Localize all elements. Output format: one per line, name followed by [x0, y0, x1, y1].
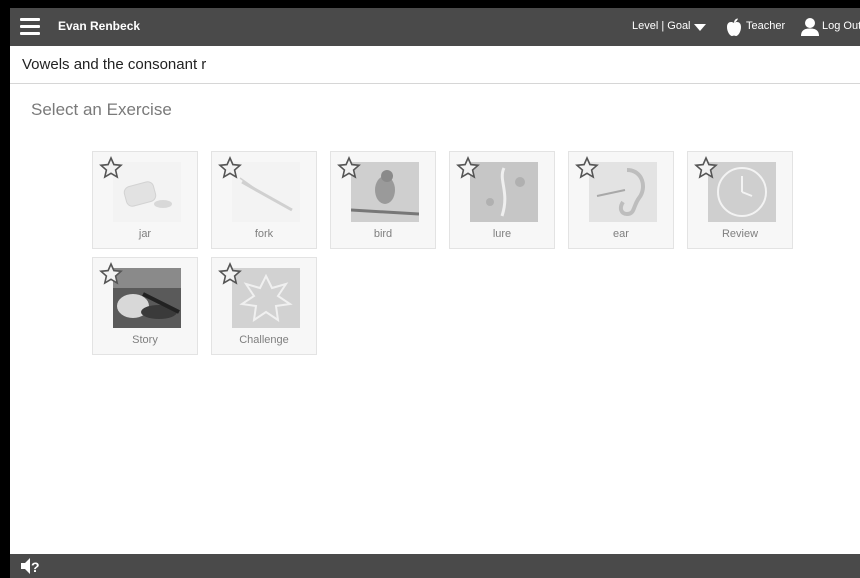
- logout-label: Log Out: [822, 20, 860, 32]
- exercise-tile-jar[interactable]: jar: [92, 151, 198, 249]
- apple-icon: [727, 18, 741, 36]
- exercise-tile-challenge[interactable]: Challenge: [211, 257, 317, 355]
- top-bar: Evan Renbeck Level | Goal Teacher Log Ou…: [10, 8, 860, 46]
- user-icon: [801, 18, 819, 36]
- ear-image: [589, 162, 657, 222]
- lure-image: [470, 162, 538, 222]
- fork-image: [232, 162, 300, 222]
- speaker-question-icon[interactable]: ?: [20, 557, 44, 575]
- exercise-label: fork: [254, 228, 274, 240]
- challenge-image: [232, 268, 300, 328]
- bottom-bar: ?: [10, 554, 860, 578]
- exercise-tile-story[interactable]: Story: [92, 257, 198, 355]
- svg-text:?: ?: [31, 559, 40, 575]
- user-name: Evan Renbeck: [58, 19, 141, 33]
- exercise-panel: Select an Exercise jar fork bird lure ea…: [10, 84, 860, 554]
- exercise-label: ear: [613, 228, 629, 240]
- clock-image: [708, 162, 776, 222]
- caret-down-icon[interactable]: [694, 24, 706, 31]
- star-icon[interactable]: [456, 156, 480, 180]
- star-icon[interactable]: [218, 262, 242, 286]
- exercise-label: jar: [138, 228, 152, 240]
- exercise-tile-review[interactable]: Review: [687, 151, 793, 249]
- star-icon[interactable]: [575, 156, 599, 180]
- exercise-label: Story: [132, 334, 158, 346]
- teacher-label: Teacher: [746, 20, 786, 32]
- exercise-label: bird: [373, 228, 393, 240]
- lesson-title: Vowels and the consonant r: [22, 56, 207, 73]
- app-window: Evan Renbeck Level | Goal Teacher Log Ou…: [10, 8, 860, 578]
- level-goal-menu[interactable]: Level | Goal: [632, 20, 691, 32]
- exercise-tile-fork[interactable]: fork: [211, 151, 317, 249]
- bird-image: [351, 162, 419, 222]
- exercise-tile-ear[interactable]: ear: [568, 151, 674, 249]
- star-icon[interactable]: [99, 156, 123, 180]
- star-icon[interactable]: [99, 262, 123, 286]
- exercise-label: Challenge: [239, 334, 289, 346]
- exercise-label: Review: [721, 228, 759, 240]
- story-image: [113, 268, 181, 328]
- exercise-tile-bird[interactable]: bird: [330, 151, 436, 249]
- lesson-bar: Vowels and the consonant r: [10, 46, 860, 84]
- star-icon[interactable]: [694, 156, 718, 180]
- exercise-tile-lure[interactable]: lure: [449, 151, 555, 249]
- star-icon[interactable]: [337, 156, 361, 180]
- exercise-label: lure: [492, 228, 512, 240]
- star-icon[interactable]: [218, 156, 242, 180]
- jar-image: [113, 162, 181, 222]
- section-title: Select an Exercise: [31, 100, 172, 119]
- hamburger-menu-icon[interactable]: [20, 18, 40, 36]
- screen-frame: Evan Renbeck Level | Goal Teacher Log Ou…: [0, 0, 860, 578]
